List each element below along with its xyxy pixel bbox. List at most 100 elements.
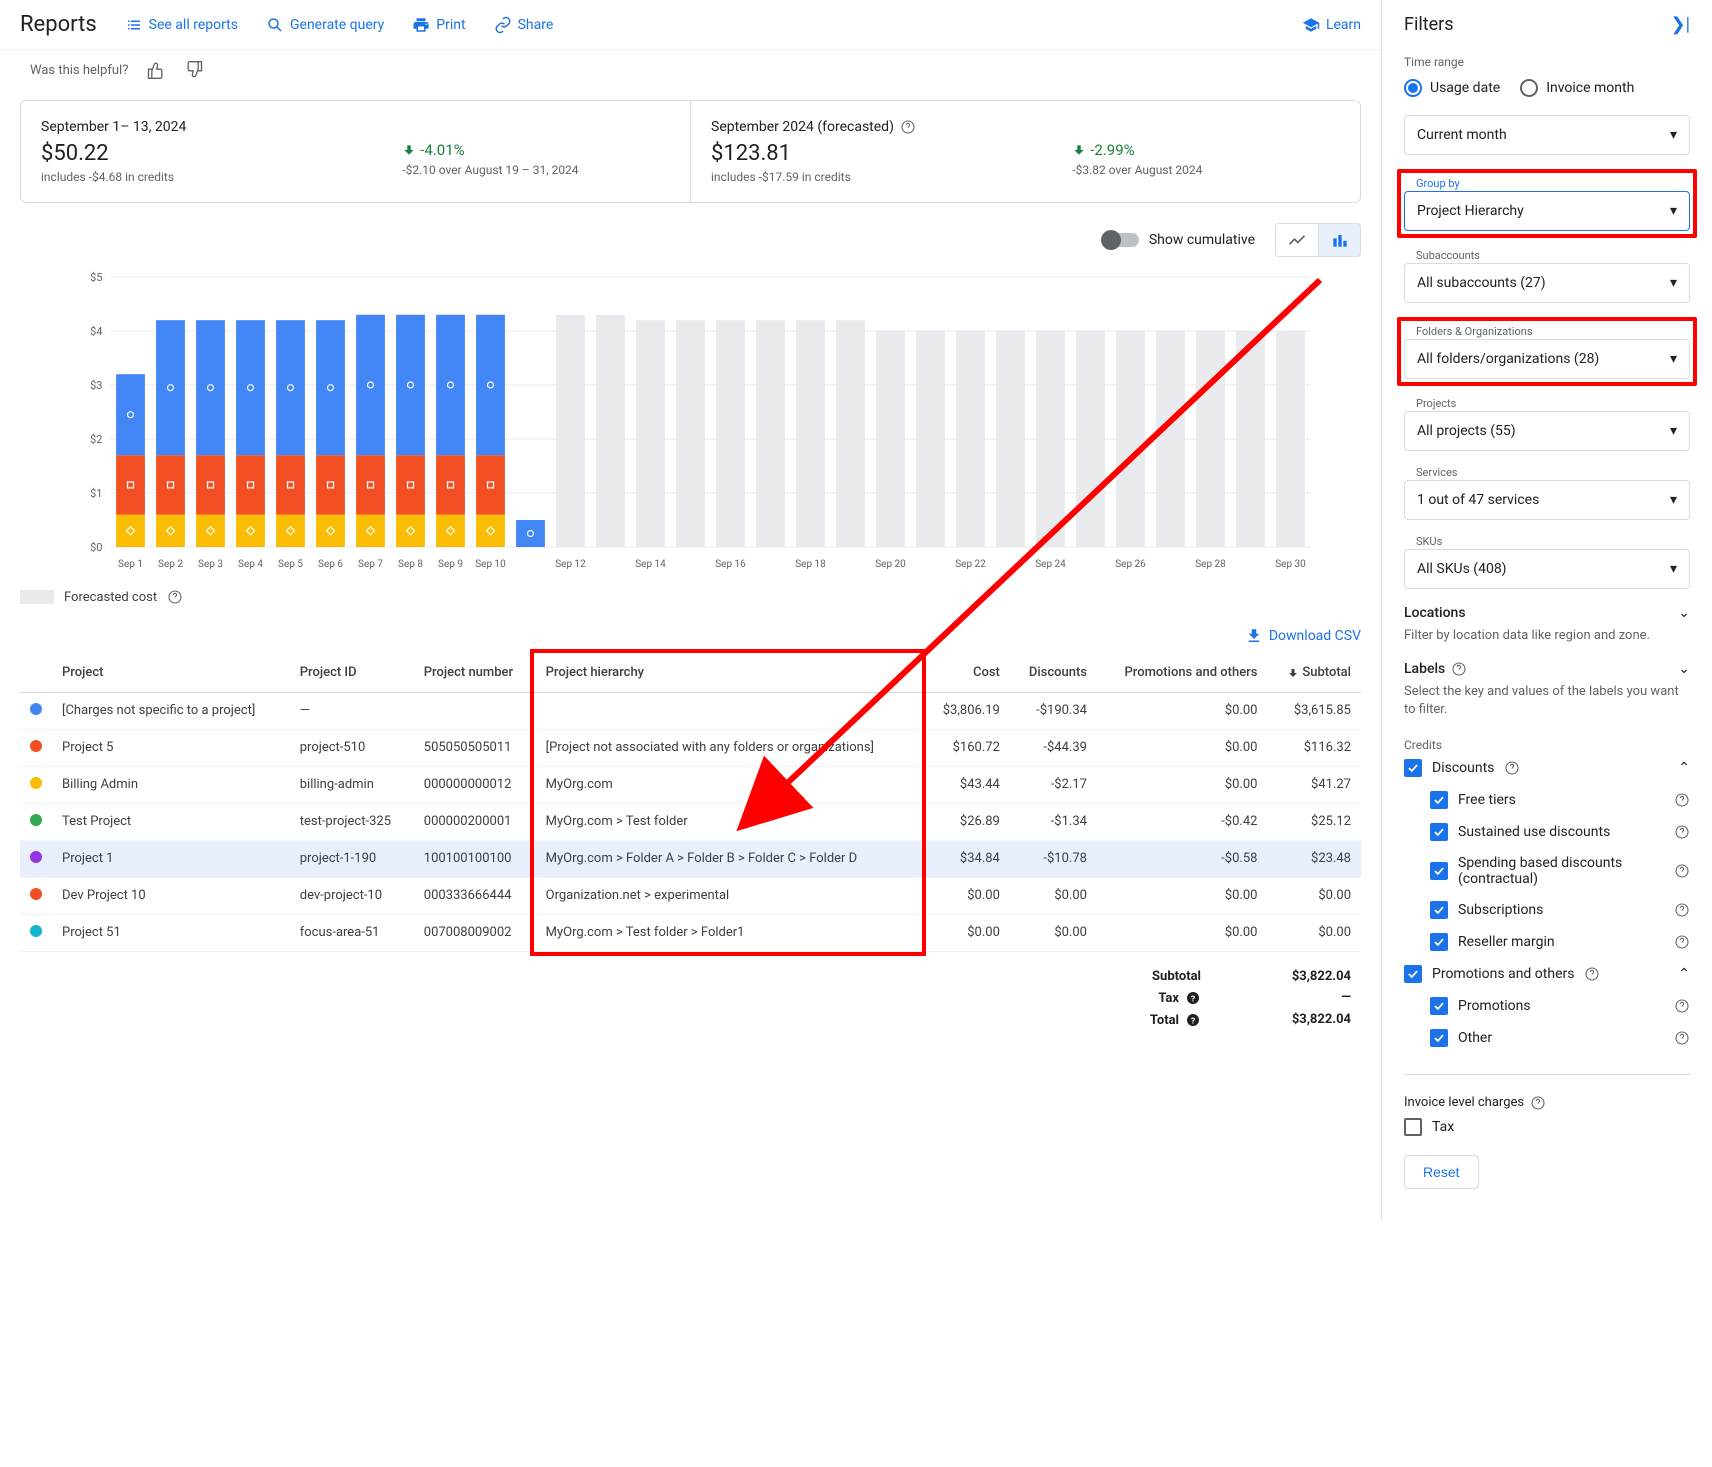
help-icon[interactable] bbox=[1674, 863, 1690, 879]
thumb-up-icon[interactable] bbox=[146, 60, 166, 80]
reseller-checkbox[interactable]: Reseller margin bbox=[1430, 926, 1690, 958]
invoice-month-radio[interactable]: Invoice month bbox=[1520, 79, 1634, 97]
free-tiers-checkbox[interactable]: Free tiers bbox=[1430, 784, 1690, 816]
bar-chart-icon bbox=[1330, 230, 1350, 250]
cell-hierarchy bbox=[536, 693, 924, 730]
help-icon[interactable] bbox=[1530, 1095, 1546, 1111]
th-hierarchy[interactable]: Project hierarchy bbox=[536, 653, 924, 693]
th-discounts[interactable]: Discounts bbox=[1010, 653, 1097, 693]
cell-promotions: $0.00 bbox=[1097, 878, 1268, 915]
thumb-down-icon[interactable] bbox=[184, 60, 204, 80]
cell-hierarchy: MyOrg.com > Test folder bbox=[536, 804, 924, 841]
share-link[interactable]: Share bbox=[494, 16, 554, 34]
table-row[interactable]: Test Project test-project-325 0000002000… bbox=[20, 804, 1361, 841]
table-row[interactable]: Billing Admin billing-admin 000000000012… bbox=[20, 767, 1361, 804]
row-color-dot bbox=[30, 851, 42, 863]
query-icon bbox=[266, 16, 284, 34]
th-promotions[interactable]: Promotions and others bbox=[1097, 653, 1268, 693]
table-row[interactable]: Project 1 project-1-190 100100100100 MyO… bbox=[20, 841, 1361, 878]
locations-section[interactable]: Locations⌄ bbox=[1404, 605, 1690, 621]
labels-section[interactable]: Labels ⌄ bbox=[1404, 661, 1690, 677]
cell-project-id: focus-area-51 bbox=[290, 915, 414, 952]
forecast-label: Forecasted cost bbox=[64, 590, 157, 605]
cell-discounts: -$10.78 bbox=[1010, 841, 1097, 878]
folders-select[interactable]: All folders/organizations (28)▾ bbox=[1404, 339, 1690, 379]
help-icon[interactable]: ? bbox=[1185, 1012, 1201, 1028]
time-range-select[interactable]: Current month▾ bbox=[1404, 115, 1690, 155]
subaccounts-select[interactable]: All subaccounts (27)▾ bbox=[1404, 263, 1690, 303]
services-select[interactable]: 1 out of 47 services▾ bbox=[1404, 480, 1690, 520]
subscriptions-checkbox[interactable]: Subscriptions bbox=[1430, 894, 1690, 926]
summary-sub: includes -$17.59 in credits bbox=[711, 170, 1032, 184]
group-by-select[interactable]: Project Hierarchy▾ bbox=[1404, 191, 1690, 231]
help-icon[interactable]: ? bbox=[1185, 990, 1201, 1006]
cell-project: Project 5 bbox=[52, 730, 290, 767]
download-csv-link[interactable]: Download CSV bbox=[1245, 627, 1361, 645]
promotions-sub-checkbox[interactable]: Promotions bbox=[1430, 990, 1690, 1022]
line-chart-button[interactable] bbox=[1276, 224, 1318, 256]
summary-pct-sub: -$2.10 over August 19 – 31, 2024 bbox=[402, 163, 670, 177]
spending-checkbox[interactable]: Spending based discounts (contractual) bbox=[1430, 848, 1690, 894]
help-icon[interactable] bbox=[167, 589, 183, 605]
help-icon[interactable] bbox=[900, 119, 916, 135]
help-icon[interactable] bbox=[1451, 661, 1467, 677]
generate-query-link[interactable]: Generate query bbox=[266, 16, 384, 34]
row-color-dot bbox=[30, 814, 42, 826]
time-range-label: Time range bbox=[1404, 55, 1690, 69]
help-icon[interactable] bbox=[1674, 792, 1690, 808]
annotation-box-groupby: Group by Project Hierarchy▾ bbox=[1397, 169, 1697, 238]
svg-text:$2: $2 bbox=[90, 433, 102, 446]
cell-subtotal: $41.27 bbox=[1267, 767, 1361, 804]
cell-project: Dev Project 10 bbox=[52, 878, 290, 915]
other-checkbox[interactable]: Other bbox=[1430, 1022, 1690, 1054]
svg-text:Sep 1: Sep 1 bbox=[118, 559, 143, 570]
cell-hierarchy: MyOrg.com > Folder A > Folder B > Folder… bbox=[536, 841, 924, 878]
collapse-panel-icon[interactable]: ❯| bbox=[1671, 14, 1690, 35]
filters-title: Filters bbox=[1404, 14, 1454, 35]
help-icon[interactable] bbox=[1504, 760, 1520, 776]
table-row[interactable]: Project 5 project-510 505050505011 [Proj… bbox=[20, 730, 1361, 767]
usage-date-radio[interactable]: Usage date bbox=[1404, 79, 1500, 97]
table-row[interactable]: [Charges not specific to a project] — $3… bbox=[20, 693, 1361, 730]
projects-select[interactable]: All projects (55)▾ bbox=[1404, 411, 1690, 451]
skus-select[interactable]: All SKUs (408)▾ bbox=[1404, 549, 1690, 589]
help-icon[interactable] bbox=[1674, 824, 1690, 840]
learn-link[interactable]: Learn bbox=[1302, 16, 1361, 34]
help-icon[interactable] bbox=[1674, 902, 1690, 918]
svg-text:Sep 22: Sep 22 bbox=[955, 559, 986, 570]
show-cumulative-toggle[interactable]: Show cumulative bbox=[1103, 232, 1255, 248]
sustained-checkbox[interactable]: Sustained use discounts bbox=[1430, 816, 1690, 848]
th-project-number[interactable]: Project number bbox=[414, 653, 536, 693]
svg-text:Sep 2: Sep 2 bbox=[158, 559, 183, 570]
help-icon[interactable] bbox=[1674, 934, 1690, 950]
bar-chart-button[interactable] bbox=[1318, 224, 1360, 256]
see-all-reports-link[interactable]: See all reports bbox=[125, 16, 238, 34]
th-cost[interactable]: Cost bbox=[924, 653, 1010, 693]
discounts-checkbox[interactable]: Discounts ⌃ bbox=[1404, 752, 1690, 784]
cell-subtotal: $0.00 bbox=[1267, 915, 1361, 952]
svg-text:Sep 7: Sep 7 bbox=[358, 559, 383, 570]
print-link[interactable]: Print bbox=[412, 16, 465, 34]
tax-checkbox[interactable]: Tax bbox=[1404, 1111, 1690, 1143]
cell-project: Project 1 bbox=[52, 841, 290, 878]
promotions-checkbox[interactable]: Promotions and others ⌃ bbox=[1404, 958, 1690, 990]
summary-card-forecast: September 2024 (forecasted) $123.81 incl… bbox=[690, 101, 1360, 202]
filters-panel: Filters ❯| Time range Usage date Invoice… bbox=[1382, 0, 1712, 1219]
row-color-dot bbox=[30, 703, 42, 715]
help-icon[interactable] bbox=[1674, 1030, 1690, 1046]
chevron-down-icon: ▾ bbox=[1670, 423, 1677, 439]
table-row[interactable]: Dev Project 10 dev-project-10 0003336664… bbox=[20, 878, 1361, 915]
reset-button[interactable]: Reset bbox=[1404, 1155, 1479, 1189]
helpful-text: Was this helpful? bbox=[30, 63, 128, 78]
table-row[interactable]: Project 51 focus-area-51 007008009002 My… bbox=[20, 915, 1361, 952]
cell-discounts: -$2.17 bbox=[1010, 767, 1097, 804]
cell-cost: $34.84 bbox=[924, 841, 1010, 878]
th-project-id[interactable]: Project ID bbox=[290, 653, 414, 693]
th-subtotal[interactable]: Subtotal bbox=[1267, 653, 1361, 693]
credits-label: Credits bbox=[1404, 738, 1690, 752]
help-icon[interactable] bbox=[1674, 998, 1690, 1014]
help-icon[interactable] bbox=[1584, 966, 1600, 982]
annotation-box-folders: Folders & Organizations All folders/orga… bbox=[1397, 317, 1697, 386]
svg-text:Sep 26: Sep 26 bbox=[1115, 559, 1146, 570]
th-project[interactable]: Project bbox=[52, 653, 290, 693]
